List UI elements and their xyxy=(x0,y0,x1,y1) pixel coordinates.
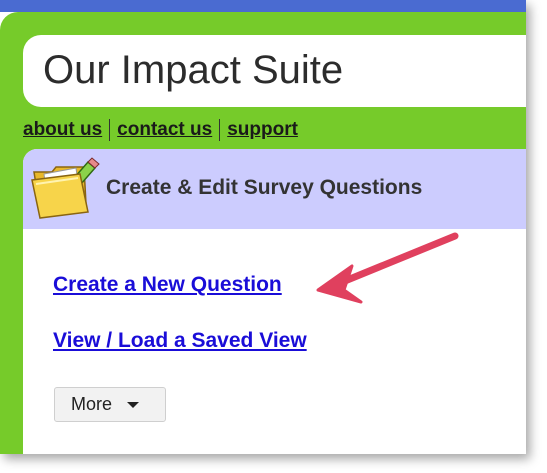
more-button-label: More xyxy=(71,394,113,414)
panel-title: Create & Edit Survey Questions xyxy=(106,176,423,199)
app-title: Our Impact Suite xyxy=(43,48,344,92)
title-banner: Our Impact Suite xyxy=(23,35,526,107)
panel-header: Create & Edit Survey Questions xyxy=(23,149,526,229)
app-window: Our Impact Suite about us contact us sup… xyxy=(0,0,526,454)
caret-down-icon xyxy=(127,401,140,408)
folder-pencil-icon xyxy=(31,157,100,219)
view-load-saved-view-link[interactable]: View / Load a Saved View xyxy=(53,329,307,353)
nav-link-support[interactable]: support xyxy=(220,119,305,141)
more-dropdown-button[interactable]: More xyxy=(54,387,166,422)
top-nav: about us contact us support xyxy=(23,118,305,142)
nav-link-about-us[interactable]: about us xyxy=(23,119,109,141)
content-panel: Create & Edit Survey Questions Create a … xyxy=(23,149,526,454)
top-color-strip xyxy=(0,0,526,12)
nav-link-contact-us[interactable]: contact us xyxy=(110,119,219,141)
create-new-question-link[interactable]: Create a New Question xyxy=(53,273,282,297)
